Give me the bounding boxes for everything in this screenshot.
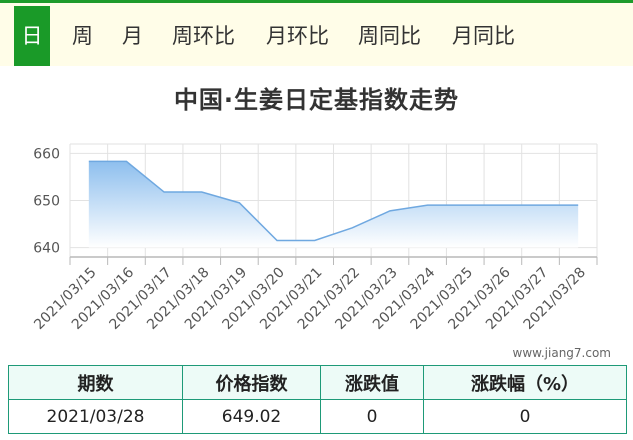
tab-month-on-month[interactable]: 月环比 [266, 6, 329, 66]
header-price-index: 价格指数 [182, 365, 321, 400]
y-tick-labels: 640 650 660 [33, 146, 60, 256]
cell-change-value: 0 [320, 399, 424, 434]
tab-day[interactable]: 日 [14, 6, 50, 66]
tab-week-year-on-year[interactable]: 周同比 [358, 6, 421, 66]
index-area-chart: 640 650 660 2021/03/152021/03/162021/03/17… [31, 143, 598, 333]
x-tick-labels: 2021/03/152021/03/162021/03/172021/03/18… [31, 264, 589, 332]
cell-change-percent: 0 [423, 399, 627, 434]
tab-week[interactable]: 周 [72, 6, 93, 66]
header-change-percent: 涨跌幅（%） [423, 365, 627, 400]
y-tick-label: 640 [33, 241, 60, 257]
tab-week-on-week[interactable]: 周环比 [172, 6, 235, 66]
header-change-value: 涨跌值 [320, 365, 424, 400]
site-watermark: www.jiang7.com [512, 346, 611, 360]
tab-month[interactable]: 月 [122, 6, 143, 66]
table-row: 2021/03/28 649.02 0 0 [8, 399, 627, 434]
y-tick-label: 660 [33, 146, 60, 162]
y-tick-label: 650 [33, 194, 60, 210]
tab-month-year-on-year[interactable]: 月同比 [452, 6, 515, 66]
header-period: 期数 [8, 365, 183, 400]
summary-header-row: 期数 价格指数 涨跌值 涨跌幅（%） [8, 365, 627, 400]
chart-title: 中国·生姜日定基指数走势 [173, 86, 460, 114]
period-tab-bar: 日 周 月 周环比 月环比 周同比 月同比 [0, 0, 633, 66]
cell-period: 2021/03/28 [8, 399, 183, 434]
summary-table: 期数 价格指数 涨跌值 涨跌幅（%） 2021/03/28 649.02 0 0 [8, 365, 627, 434]
cell-price-index: 649.02 [182, 399, 321, 434]
